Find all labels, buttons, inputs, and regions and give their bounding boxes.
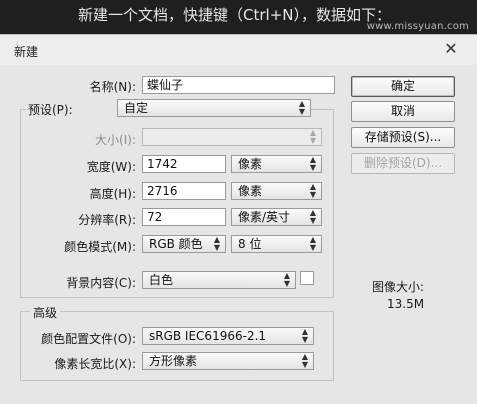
- bit-depth-select[interactable]: 8 位 ▲ ▼: [231, 235, 322, 253]
- color-profile-select[interactable]: sRGB IEC61966-2.1 ▲ ▼: [142, 327, 314, 345]
- resolution-unit-select[interactable]: 像素/英寸 ▲ ▼: [231, 208, 322, 226]
- size-select: ▲ ▼: [142, 128, 322, 146]
- select-arrows-icon: ▲ ▼: [213, 235, 221, 252]
- select-arrows-icon: ▲ ▼: [301, 327, 309, 344]
- preset-label: 预设(P):: [26, 101, 118, 118]
- bit-depth-value: 8 位: [238, 237, 262, 251]
- name-input[interactable]: 蝶仙子: [142, 76, 335, 94]
- advanced-legend: 高级: [30, 304, 61, 321]
- select-arrows-icon: ▲ ▼: [309, 235, 317, 252]
- background-color-swatch[interactable]: [300, 271, 314, 285]
- tutorial-caption: 新建一个文档，快捷键（Ctrl+N），数据如下： www.missyuan.co…: [0, 0, 477, 34]
- image-size-label: 图像大小:: [372, 280, 425, 294]
- color-profile-value: sRGB IEC61966-2.1: [149, 329, 267, 343]
- color-profile-label: 颜色配置文件(O):: [41, 332, 136, 346]
- width-unit-value: 像素: [238, 157, 263, 171]
- cancel-button[interactable]: 取消: [351, 101, 455, 122]
- watermark: www.missyuan.com: [366, 21, 469, 32]
- select-arrows-icon: ▲ ▼: [298, 99, 306, 116]
- select-arrows-icon: ▲ ▼: [309, 155, 317, 172]
- select-arrows-icon: ▲ ▼: [309, 128, 317, 145]
- select-arrows-icon: ▲ ▼: [301, 352, 309, 369]
- width-label: 宽度(W):: [86, 160, 136, 174]
- save-preset-button[interactable]: 存储预设(S)...: [351, 127, 455, 148]
- height-unit-value: 像素: [238, 184, 263, 198]
- dialog-titlebar: 新建 ✕: [0, 35, 477, 65]
- width-unit-select[interactable]: 像素 ▲ ▼: [231, 155, 322, 173]
- resolution-input[interactable]: 72: [142, 208, 226, 226]
- preset-value: 自定: [124, 101, 149, 115]
- color-mode-value: RGB 颜色: [149, 237, 203, 251]
- select-arrows-icon: ▲ ▼: [309, 208, 317, 225]
- preset-select[interactable]: 自定 ▲ ▼: [117, 99, 311, 117]
- image-size-value: 13.5M: [387, 297, 425, 311]
- background-select[interactable]: 白色 ▲ ▼: [142, 271, 296, 289]
- close-icon[interactable]: ✕: [443, 41, 459, 57]
- height-input[interactable]: 2716: [142, 182, 226, 200]
- color-mode-select[interactable]: RGB 颜色 ▲ ▼: [142, 235, 226, 253]
- delete-preset-button: 删除预设(D)...: [351, 153, 455, 174]
- background-label: 背景内容(C):: [66, 276, 136, 290]
- pixel-aspect-label: 像素长宽比(X):: [54, 357, 136, 371]
- new-document-dialog: 新建 ✕ 名称(N): 蝶仙子 预设(P): 自定 ▲ ▼ 大小(I): ▲ ▼ 宽…: [0, 34, 477, 404]
- color-mode-label: 颜色模式(M):: [64, 240, 136, 254]
- resolution-label: 分辨率(R):: [78, 213, 136, 227]
- height-unit-select[interactable]: 像素 ▲ ▼: [231, 182, 322, 200]
- pixel-aspect-select[interactable]: 方形像素 ▲ ▼: [142, 352, 314, 370]
- size-label: 大小(I):: [95, 133, 136, 147]
- dialog-title: 新建: [14, 45, 39, 59]
- pixel-aspect-value: 方形像素: [149, 354, 198, 368]
- select-arrows-icon: ▲ ▼: [309, 182, 317, 199]
- ok-button[interactable]: 确定: [351, 76, 455, 97]
- height-label: 高度(H):: [89, 187, 136, 201]
- background-value: 白色: [149, 273, 174, 287]
- width-input[interactable]: 1742: [142, 155, 226, 173]
- resolution-unit-value: 像素/英寸: [238, 210, 291, 224]
- name-label: 名称(N):: [89, 80, 136, 94]
- select-arrows-icon: ▲ ▼: [283, 271, 291, 288]
